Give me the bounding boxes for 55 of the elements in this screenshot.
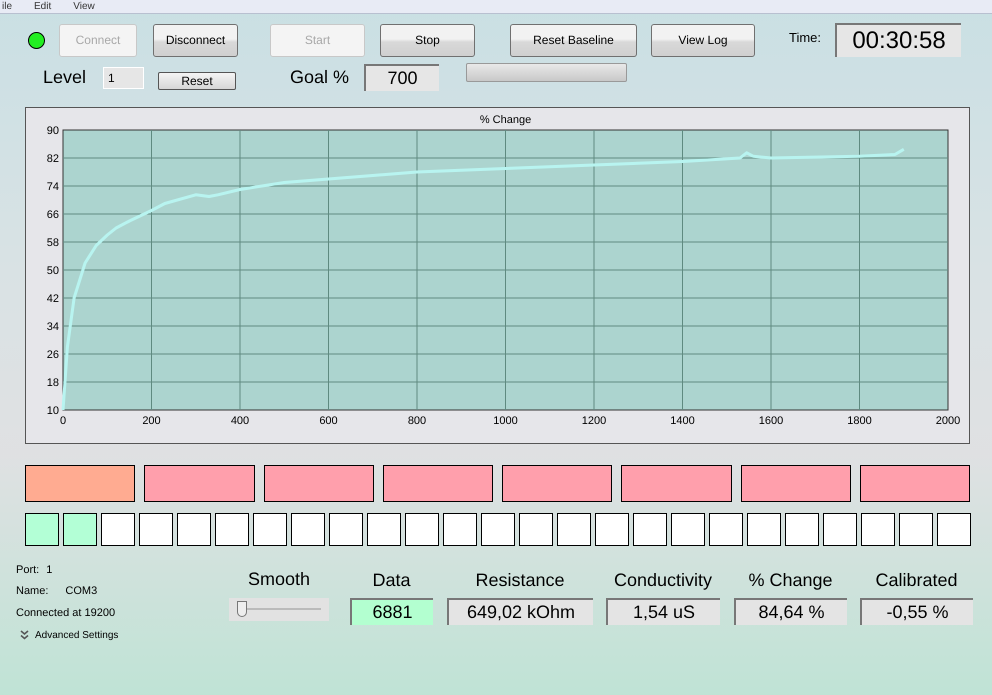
x-tick-label: 1800 bbox=[847, 415, 872, 427]
y-tick-label: 82 bbox=[46, 153, 59, 165]
level-label: Level bbox=[43, 66, 86, 88]
name-value: COM3 bbox=[65, 584, 98, 599]
x-tick-label: 0 bbox=[60, 415, 66, 427]
readout-value: -0,55 % bbox=[860, 598, 973, 625]
y-tick-label: 10 bbox=[46, 405, 59, 417]
x-tick-label: 2000 bbox=[936, 415, 960, 427]
name-label: Name: bbox=[16, 584, 48, 599]
level-field[interactable]: 1 bbox=[103, 67, 144, 89]
y-tick-label: 42 bbox=[46, 293, 59, 305]
port-value: 1 bbox=[46, 562, 52, 578]
x-tick-label: 800 bbox=[408, 415, 426, 427]
readout-value: 84,64 % bbox=[734, 598, 847, 625]
menu-item[interactable]: ile bbox=[2, 0, 12, 13]
toolbar-button[interactable]: Disconnect bbox=[153, 24, 238, 56]
expand-chevron-icon[interactable] bbox=[20, 630, 29, 640]
x-tick-label: 1000 bbox=[493, 415, 518, 427]
reset-button[interactable]: Reset bbox=[158, 72, 236, 90]
menu-item[interactable]: View bbox=[73, 0, 95, 13]
x-tick-label: 1400 bbox=[670, 415, 695, 427]
toolbar-button[interactable]: View Log bbox=[651, 24, 755, 56]
x-tick-label: 1200 bbox=[582, 415, 606, 427]
readout-value: 1,54 uS bbox=[606, 598, 720, 625]
readout-label: Calibrated bbox=[875, 569, 958, 587]
toolbar-button[interactable]: Stop bbox=[380, 24, 475, 56]
connection-status: Connected at 19200 bbox=[16, 606, 116, 621]
x-tick-label: 400 bbox=[230, 415, 250, 427]
y-tick-label: 18 bbox=[46, 377, 59, 389]
chart-title: % Change bbox=[480, 114, 532, 126]
y-tick-label: 90 bbox=[46, 125, 59, 137]
advanced-settings-link[interactable]: Advanced Settings bbox=[35, 628, 118, 642]
port-label: Port: bbox=[16, 562, 40, 578]
y-tick-label: 58 bbox=[46, 237, 59, 249]
x-tick-label: 200 bbox=[142, 415, 161, 427]
elapsed-time: 00:30:58 bbox=[835, 23, 962, 57]
slider-thumb[interactable] bbox=[237, 601, 247, 617]
y-tick-label: 26 bbox=[46, 349, 59, 361]
y-tick-label: 74 bbox=[46, 181, 59, 193]
readout-label: Resistance bbox=[475, 569, 565, 587]
toolbar-button[interactable]: Reset Baseline bbox=[510, 24, 637, 56]
smooth-slider[interactable] bbox=[229, 598, 329, 621]
goal-field: 700 bbox=[364, 64, 440, 90]
readout-label: Data bbox=[372, 569, 411, 587]
y-tick-label: 34 bbox=[46, 321, 59, 333]
y-tick-label: 50 bbox=[46, 265, 59, 277]
x-tick-label: 600 bbox=[319, 415, 338, 427]
x-tick-label: 1600 bbox=[758, 415, 784, 427]
smooth-label: Smooth bbox=[248, 568, 310, 586]
y-tick-label: 66 bbox=[46, 209, 59, 221]
goal-label: Goal % bbox=[290, 66, 350, 88]
readout-value: 649,02 kOhm bbox=[447, 598, 593, 625]
readout-value: 6881 bbox=[350, 598, 433, 625]
time-label: Time: bbox=[789, 29, 822, 47]
menu-item[interactable]: Edit bbox=[34, 0, 52, 13]
